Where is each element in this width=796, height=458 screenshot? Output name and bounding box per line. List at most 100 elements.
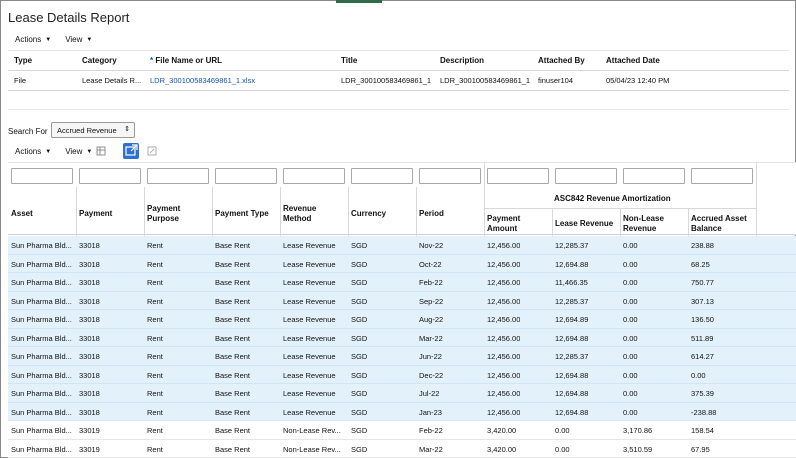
table-row[interactable]: Sun Pharma Bld... 33018 Rent Base Rent Lease… (8, 365, 796, 384)
table-row[interactable]: Sun Pharma Bld... 33018 Rent Base Rent Lease… (8, 384, 796, 403)
detach-icon[interactable] (123, 143, 139, 159)
table-row[interactable]: Sun Pharma Bld... 33019 Rent Base Rent Non-L… (8, 439, 796, 458)
cell-payment-amount: 3,420.00 (487, 426, 517, 435)
filter-balance[interactable] (691, 168, 753, 184)
header-asset[interactable]: Asset (11, 209, 33, 219)
cell-accrued-asset-balance: 750.77 (691, 278, 714, 287)
header-payment[interactable]: Payment (79, 209, 112, 219)
cell-non-lease-revenue: 0.00 (623, 241, 638, 250)
header-currency[interactable]: Currency (351, 209, 386, 219)
header-accrued-asset-balance[interactable]: Accrued Asset Balance (691, 214, 751, 234)
search-for-select[interactable]: Accrued Revenue ⇕ (51, 122, 135, 138)
cell-revenue-method: Lease Revenue (283, 241, 336, 250)
view-menu[interactable]: View ▼ (65, 35, 92, 44)
cell-payment-amount: 12,456.00 (487, 296, 521, 306)
header-revenue-method[interactable]: Revenue Method (283, 204, 333, 224)
cell-period: Aug-22 (419, 315, 444, 324)
table-row[interactable]: Sun Pharma Bld... 33018 Rent Base Rent Lease… (8, 254, 796, 273)
filter-asset[interactable] (11, 168, 73, 184)
col-divider (348, 187, 349, 236)
cell-payment-amount: 12,456.00 (487, 241, 521, 250)
actions-menu[interactable]: Actions ▼ (15, 35, 51, 44)
cell-period: Feb-22 (419, 426, 443, 435)
cell-purpose: Rent (147, 352, 163, 361)
cell-payment-type: Base Rent (215, 296, 251, 306)
cell-payment: 33018 (79, 259, 100, 269)
header-payment-purpose[interactable]: Payment Purpose (147, 204, 202, 224)
filter-amount[interactable] (487, 168, 549, 184)
cell-accrued-asset-balance: -238.88 (691, 407, 717, 417)
attachment-file-link[interactable]: LDR_300100583469861_1.xlsx (144, 70, 335, 91)
cell-payment: 33018 (79, 241, 100, 250)
cell-payment-type: Base Rent (215, 259, 251, 269)
cell-non-lease-revenue: 0.00 (623, 315, 638, 324)
cell-payment-type: Base Rent (215, 315, 251, 324)
cell-non-lease-revenue: 0.00 (623, 259, 638, 269)
chevron-down-icon: ▼ (86, 148, 93, 155)
filter-purpose[interactable] (147, 168, 209, 184)
cell-accrued-asset-balance: 67.95 (691, 444, 710, 454)
cell-asset: Sun Pharma Bld... (11, 352, 72, 361)
col-divider (416, 187, 417, 236)
cell-payment: 33018 (79, 370, 100, 380)
cell-revenue-method: Lease Revenue (283, 370, 336, 380)
filter-lease-revenue[interactable] (555, 168, 617, 184)
cell-accrued-asset-balance: 158.54 (691, 426, 714, 435)
cell-payment-amount: 12,456.00 (487, 333, 521, 343)
table-row[interactable]: Sun Pharma Bld... 33018 Rent Base Rent Lease… (8, 273, 796, 292)
filter-payment[interactable] (79, 168, 141, 184)
cell-payment-type: Base Rent (215, 407, 251, 417)
grid-header: ASC842 Revenue Amortization Asset Paymen… (8, 162, 796, 236)
cell-accrued-asset-balance: 0.00 (691, 370, 706, 380)
filter-revenue-method[interactable] (283, 168, 345, 184)
cell-lease-revenue: 12,285.37 (555, 352, 589, 361)
table-row[interactable]: Sun Pharma Bld... 33018 Rent Base Rent Lease… (8, 402, 796, 421)
header-non-lease-revenue[interactable]: Non-Lease Revenue (623, 214, 678, 234)
cell-asset: Sun Pharma Bld... (11, 315, 72, 324)
cell-revenue-method: Lease Revenue (283, 407, 336, 417)
table-row[interactable]: Sun Pharma Bld... 33018 Rent Base Rent Lease… (8, 328, 796, 347)
header-payment-amount[interactable]: Payment Amount (487, 214, 537, 234)
cell-payment-type: Base Rent (215, 389, 251, 398)
cell-purpose: Rent (147, 426, 163, 435)
header-lease-revenue[interactable]: Lease Revenue (555, 219, 613, 229)
cell-payment-type: Base Rent (215, 370, 251, 380)
cell-asset: Sun Pharma Bld... (11, 370, 72, 380)
table-row[interactable]: Sun Pharma Bld... 33018 Rent Base Rent Lease… (8, 310, 796, 329)
table-row[interactable]: Sun Pharma Bld... 33018 Rent Base Rent Lease… (8, 291, 796, 310)
cell-lease-revenue: 0.00 (555, 444, 570, 454)
filter-period[interactable] (419, 168, 481, 184)
cell-currency: SGD (351, 352, 368, 361)
cell-currency: SGD (351, 241, 368, 250)
cell-purpose: Rent (147, 407, 163, 417)
table-row[interactable]: Sun Pharma Bld... 33018 Rent Base Rent Lease… (8, 236, 796, 255)
cell-payment: 33018 (79, 296, 100, 306)
table-row[interactable]: Sun Pharma Bld... 33018 Rent Base Rent Lease… (8, 347, 796, 366)
cell-lease-revenue: 12,694.88 (555, 407, 589, 417)
cell-lease-revenue: 11,466.35 (555, 278, 588, 287)
table-row[interactable]: Sun Pharma Bld... 33019 Rent Base Rent Non-L… (8, 421, 796, 440)
cell-non-lease-revenue: 0.00 (623, 370, 638, 380)
filter-payment-type[interactable] (215, 168, 277, 184)
wrap-icon[interactable] (147, 146, 157, 156)
grid-view-menu[interactable]: View ▼ (65, 147, 92, 156)
cell-asset: Sun Pharma Bld... (11, 389, 72, 398)
col-attached-by: Attached By (532, 50, 600, 71)
cell-currency: SGD (351, 407, 368, 417)
freeze-icon[interactable] (96, 146, 106, 156)
attachment-row[interactable]: File Lease Details R... LDR_300100583469… (8, 70, 789, 91)
cell-asset: Sun Pharma Bld... (11, 241, 72, 250)
header-payment-type[interactable]: Payment Type (215, 209, 269, 219)
filter-non-lease-revenue[interactable] (623, 168, 685, 184)
cell-accrued-asset-balance: 136.50 (691, 315, 714, 324)
col-divider (688, 208, 689, 236)
filter-currency[interactable] (351, 168, 413, 184)
attachment-description: LDR_300100583469861_1 (434, 70, 532, 91)
cell-payment-amount: 12,456.00 (487, 407, 521, 417)
cell-asset: Sun Pharma Bld... (11, 333, 72, 343)
cell-purpose: Rent (147, 333, 163, 343)
view-menu-label: View (65, 35, 83, 44)
cell-non-lease-revenue: 3,170.86 (623, 426, 653, 435)
grid-actions-menu[interactable]: Actions ▼ (15, 147, 51, 156)
header-period[interactable]: Period (419, 209, 444, 219)
